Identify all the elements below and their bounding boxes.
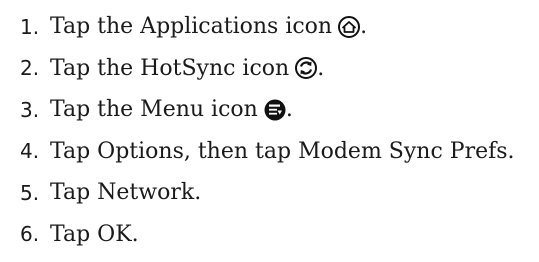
- step-suffix: .: [285, 97, 293, 123]
- step-number: 1.: [20, 14, 40, 39]
- step-suffix: .: [360, 14, 368, 40]
- step-number: 4.: [20, 139, 40, 164]
- step-text: Tap the Menu icon: [50, 97, 258, 123]
- step-5: 5. Tap Network.: [20, 172, 515, 214]
- applications-icon: [338, 15, 361, 38]
- hotsync-icon: [295, 57, 318, 80]
- step-text: Tap the HotSync icon: [50, 55, 290, 81]
- step-number: 5.: [20, 180, 40, 205]
- step-text: Tap Network.: [50, 180, 202, 206]
- step-6: 6. Tap OK.: [20, 214, 515, 256]
- step-text: Tap OK.: [50, 221, 139, 247]
- step-1: 1. Tap the Applications icon .: [20, 6, 515, 48]
- step-number: 3.: [20, 97, 40, 122]
- step-4: 4. Tap Options, then tap Modem Sync Pref…: [20, 131, 515, 173]
- step-text: Tap the Applications icon: [50, 14, 333, 40]
- step-3: 3. Tap the Menu icon .: [20, 89, 515, 131]
- step-number: 6.: [20, 222, 40, 247]
- step-number: 2.: [20, 56, 40, 81]
- menu-icon: [264, 99, 286, 121]
- step-2: 2. Tap the HotSync icon .: [20, 48, 515, 90]
- step-suffix: .: [317, 55, 325, 81]
- instruction-steps-list: 1. Tap the Applications icon . 2. Tap th…: [20, 6, 515, 255]
- step-text: Tap Options, then tap Modem Sync Prefs.: [50, 138, 515, 164]
